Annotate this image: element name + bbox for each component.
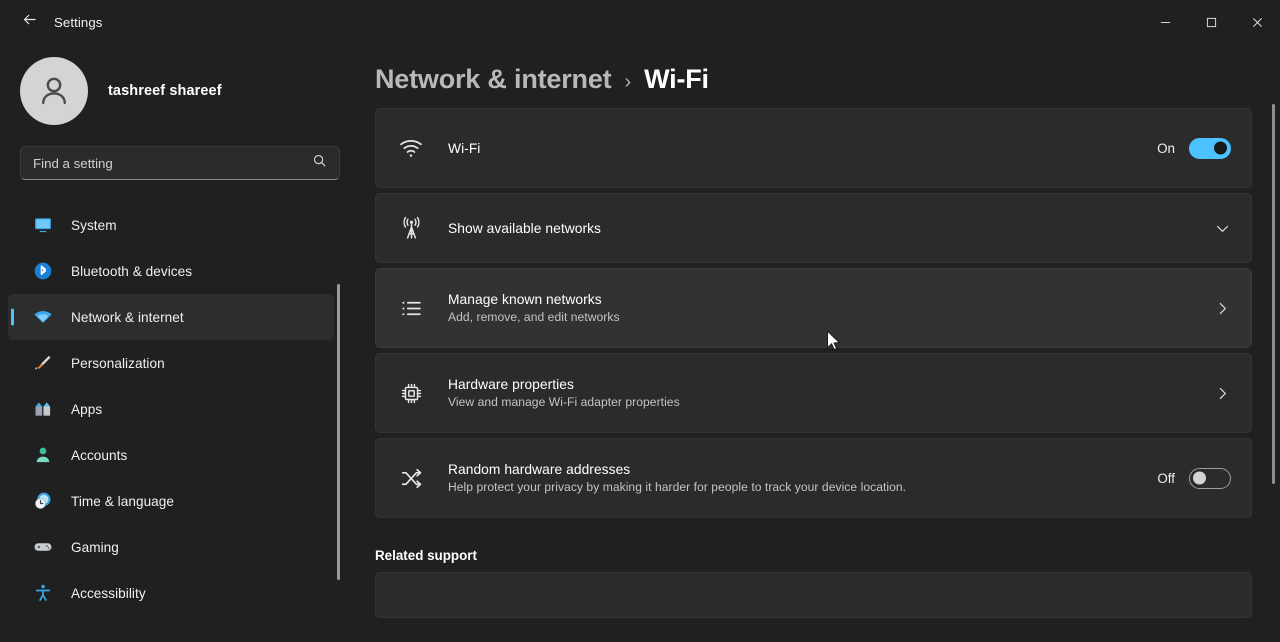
random-addresses-control-group: Off (1157, 467, 1231, 489)
monitor-icon (32, 214, 54, 236)
sidebar-item-accounts[interactable]: Accounts (8, 432, 334, 478)
minimize-icon (1160, 21, 1170, 23)
sidebar-item-label: Personalization (71, 355, 165, 371)
wifi-signal-icon (396, 133, 426, 163)
main-scrollbar-thumb[interactable] (1272, 104, 1275, 484)
breadcrumb: Network & internet › Wi-Fi (348, 44, 1280, 108)
account-person-icon (32, 444, 54, 466)
bluetooth-icon (32, 260, 54, 282)
sidebar-item-label: Network & internet (71, 309, 184, 325)
wifi-toggle[interactable] (1189, 137, 1231, 159)
hardware-properties-subtitle: View and manage Wi-Fi adapter properties (448, 395, 680, 409)
related-support-card[interactable] (375, 572, 1252, 618)
close-icon (1252, 17, 1262, 27)
wifi-title: Wi-Fi (448, 140, 481, 156)
sidebar-item-label: Gaming (71, 539, 119, 555)
manage-networks-subtitle: Add, remove, and edit networks (448, 310, 620, 324)
back-arrow-icon (21, 11, 38, 33)
show-networks-title: Show available networks (448, 220, 601, 236)
sidebar-item-network-internet[interactable]: Network & internet (8, 294, 334, 340)
sidebar-item-apps[interactable]: Apps (8, 386, 334, 432)
clock-globe-icon (32, 490, 54, 512)
settings-window: Settings tashreef shareef Find a setting… (0, 0, 1280, 642)
sidebar-item-label: Accounts (71, 447, 128, 463)
minimize-button[interactable] (1142, 0, 1188, 44)
user-avatar-icon (42, 77, 66, 105)
accessibility-person-icon (32, 582, 54, 604)
list-icon (396, 293, 426, 323)
profile-name: tashreef shareef (108, 83, 222, 99)
sidebar-item-personalization[interactable]: Personalization (8, 340, 334, 386)
sidebar-item-time-language[interactable]: Time & language (8, 478, 334, 524)
wifi-toggle-card[interactable]: Wi-Fi On (375, 108, 1252, 188)
sidebar-item-system[interactable]: System (8, 202, 334, 248)
maximize-icon (1206, 17, 1216, 27)
chevron-right-icon[interactable] (1214, 300, 1231, 317)
main-content: Network & internet › Wi-Fi Wi-Fi On Show… (348, 44, 1280, 642)
apps-grid-icon (32, 398, 54, 420)
settings-card-list: Wi-Fi On Show available networks Manage … (348, 108, 1280, 518)
random-addresses-subtitle: Help protect your privacy by making it h… (448, 480, 907, 494)
random-addresses-state-label: Off (1157, 470, 1175, 486)
chevron-down-icon[interactable] (1214, 220, 1231, 237)
sidebar-item-bluetooth-devices[interactable]: Bluetooth & devices (8, 248, 334, 294)
manage-known-networks-card[interactable]: Manage known networks Add, remove, and e… (375, 268, 1252, 348)
avatar (20, 57, 88, 125)
wifi-control-group: On (1157, 137, 1231, 159)
random-hardware-addresses-card[interactable]: Random hardware addresses Help protect y… (375, 438, 1252, 518)
sidebar-item-label: Bluetooth & devices (71, 263, 193, 279)
wifi-text: Wi-Fi (448, 141, 1143, 156)
sidebar-item-label: Time & language (71, 493, 175, 509)
close-button[interactable] (1234, 0, 1280, 44)
shuffle-icon (396, 463, 426, 493)
show-networks-text: Show available networks (448, 221, 1200, 236)
broadcast-tower-icon (396, 213, 426, 243)
sidebar-nav: System Bluetooth & devices Network & int… (0, 202, 348, 616)
profile-section[interactable]: tashreef shareef (0, 44, 348, 125)
sidebar-item-gaming[interactable]: Gaming (8, 524, 334, 570)
sidebar: tashreef shareef System (0, 44, 348, 642)
show-available-networks-card[interactable]: Show available networks (375, 193, 1252, 263)
sidebar-item-label: System (71, 217, 117, 233)
paintbrush-icon (32, 352, 54, 374)
toggle-knob (1193, 471, 1206, 485)
chip-icon (396, 378, 426, 408)
breadcrumb-separator-icon: › (624, 71, 632, 93)
random-addresses-toggle[interactable] (1189, 467, 1231, 489)
toggle-knob (1214, 141, 1227, 155)
maximize-button[interactable] (1188, 0, 1234, 44)
search-icon (312, 153, 327, 173)
random-addresses-title: Random hardware addresses (448, 462, 631, 477)
chevron-right-icon[interactable] (1214, 385, 1231, 402)
hardware-properties-title: Hardware properties (448, 377, 574, 392)
related-support-heading: Related support (375, 548, 477, 563)
random-addresses-text: Random hardware addresses Help protect y… (448, 462, 1143, 494)
title-bar: Settings (0, 0, 1280, 44)
search-box[interactable] (20, 146, 340, 180)
wifi-icon (32, 306, 54, 328)
breadcrumb-parent[interactable]: Network & internet (375, 64, 612, 95)
app-title: Settings (54, 14, 103, 30)
manage-networks-title: Manage known networks (448, 292, 602, 307)
gamepad-icon (32, 536, 54, 558)
search-input[interactable] (33, 155, 312, 171)
manage-networks-text: Manage known networks Add, remove, and e… (448, 292, 1200, 324)
sidebar-scrollbar-thumb[interactable] (337, 284, 340, 580)
wifi-state-label: On (1157, 140, 1175, 156)
hardware-properties-card[interactable]: Hardware properties View and manage Wi-F… (375, 353, 1252, 433)
hardware-properties-text: Hardware properties View and manage Wi-F… (448, 377, 1200, 409)
window-controls (1142, 0, 1280, 44)
sidebar-item-label: Apps (71, 401, 103, 417)
sidebar-item-accessibility[interactable]: Accessibility (8, 570, 334, 616)
back-button[interactable] (12, 7, 46, 37)
sidebar-item-label: Accessibility (71, 585, 146, 601)
page-title: Wi-Fi (644, 64, 709, 94)
